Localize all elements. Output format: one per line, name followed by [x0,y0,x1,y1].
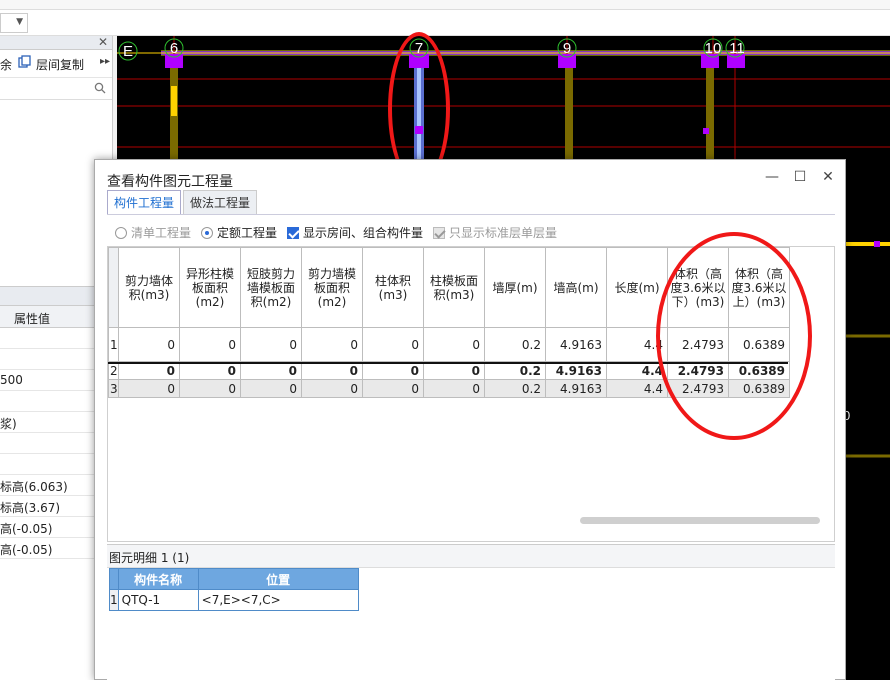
table-cell: 4.4 [606,379,668,398]
table-cell: 0 [179,327,241,362]
list-quantity-radio[interactable]: 清单工程量 [115,224,191,241]
detail-table: 构件名称 位置 1 QTQ-1 <7,E><7,C> [109,568,359,611]
table-cell: 4.9163 [545,379,607,398]
radio-selected-icon [201,227,213,239]
column-header: 墙高(m) [545,247,607,328]
property-value-header: 属性值 [14,312,51,326]
search-input[interactable] [0,78,112,100]
table-cell: 0 [301,361,363,380]
close-icon[interactable]: ✕ [819,168,837,186]
axis-label-11: 11 [729,40,745,57]
tab-method-quantity[interactable]: 做法工程量 [183,190,258,214]
table-cell: 0 [423,379,485,398]
chevron-down-icon: ▼ [16,17,23,27]
dialog-title: 查看构件图元工程量 [107,174,233,190]
horizontal-scrollbar[interactable] [580,517,820,524]
table-cell: 0 [179,379,241,398]
table-cell: 0 [423,327,485,362]
row-number: 1 [109,589,119,611]
detail-column-header: 构件名称 [117,568,199,590]
table-cell: 0 [423,361,485,380]
row-number: 1 [108,327,119,362]
show-rooms-checkbox[interactable]: 显示房间、组合构件量 [287,224,423,241]
table-cell: 0 [362,327,424,362]
tab-divider [107,214,835,215]
close-icon[interactable]: ✕ [98,35,108,49]
delete-button-label[interactable]: 余 [0,56,12,73]
table-cell: 0 [118,379,180,398]
checkbox-checked-icon [287,227,299,239]
row-number-header [108,247,119,328]
checkbox-disabled-icon [433,227,445,239]
detail-header: 图元明细 1 (1) [107,544,835,568]
table-cell: 0.2 [484,361,546,380]
table-cell: 0 [240,379,302,398]
detail-title: 图元明细 1 (1) [109,551,190,565]
column-header: 剪力墙模板面积(m2) [301,247,363,328]
tab-component-quantity[interactable]: 构件工程量 [107,190,182,214]
more-icon[interactable]: ▸▸ [100,56,110,67]
column-header: 短肢剪力墙模板面积(m2) [240,247,302,328]
red-ring-annotation [656,232,812,440]
radio-icon [115,227,127,239]
detail-row[interactable]: 1 QTQ-1 <7,E><7,C> [109,589,359,611]
table-cell: 4.9163 [545,327,607,362]
table-cell: 0 [240,361,302,380]
table-cell: 0 [240,327,302,362]
table-cell: 0.2 [484,379,546,398]
table-cell: 4.9163 [545,361,607,380]
minimize-icon[interactable]: — [763,168,781,186]
detail-panel: 构件名称 位置 1 QTQ-1 <7,E><7,C> [107,568,835,680]
table-cell: 0 [179,361,241,380]
column-header: 柱模板面积(m3) [423,247,485,328]
row-number: 2 [108,361,119,380]
column-header: 异形柱模板面积(m2) [179,247,241,328]
table-cell: 0 [362,379,424,398]
table-cell: 0 [301,327,363,362]
column-header: 柱体积(m3) [362,247,424,328]
copy-icon[interactable] [18,55,32,69]
detail-row-number-header [109,568,119,590]
left-panel-header: ✕ [0,35,112,50]
axis-label-10: 10 [705,40,722,57]
column-header: 墙厚(m) [484,247,546,328]
detail-header-row: 构件名称 位置 [109,568,359,590]
floor-combo[interactable]: ▼ [0,13,28,33]
toolbar-row: ▼ [0,10,890,36]
position-cell: <7,E><7,C> [197,589,359,611]
table-cell: 0 [118,361,180,380]
standard-floor-checkbox[interactable]: 只显示标准层单层量 [433,224,557,241]
top-toolbar-strip [0,0,890,10]
axis-label-e: E [123,43,133,60]
maximize-icon[interactable]: ☐ [791,168,809,186]
left-panel-toolbar: 余 层间复制 ▸▸ [0,50,112,78]
axis-label-6: 6 [170,40,178,57]
table-cell: 0.2 [484,327,546,362]
table-cell: 0 [118,327,180,362]
floor-copy-button[interactable]: 层间复制 [36,56,84,73]
row-number: 3 [108,379,119,398]
axis-label-9: 9 [563,40,571,57]
search-icon [94,82,106,94]
table-cell: 0 [301,379,363,398]
component-name-cell: QTQ-1 [117,589,199,611]
quota-quantity-radio[interactable]: 定额工程量 [201,224,277,241]
column-header: 剪力墙体积(m3) [118,247,180,328]
detail-column-header: 位置 [197,568,359,590]
table-cell: 0 [362,361,424,380]
